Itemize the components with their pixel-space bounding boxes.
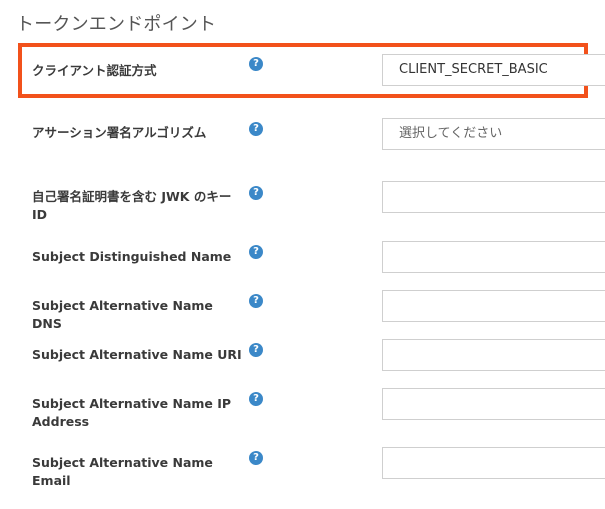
san-dns-input[interactable] bbox=[382, 290, 605, 322]
assertion-signing-algorithm-select[interactable]: 選択してください bbox=[382, 118, 605, 150]
jwk-key-id-input[interactable] bbox=[382, 181, 605, 213]
field-label: アサーション署名アルゴリズム bbox=[32, 125, 207, 140]
help-icon[interactable]: ? bbox=[249, 186, 263, 200]
field-label: Subject Distinguished Name bbox=[32, 249, 232, 264]
field-label: Subject Alternative Name DNS bbox=[32, 298, 213, 331]
field-label: クライアント認証方式 bbox=[32, 63, 157, 78]
subject-dn-input[interactable] bbox=[382, 241, 605, 273]
help-icon[interactable]: ? bbox=[249, 57, 263, 71]
help-icon[interactable]: ? bbox=[249, 451, 263, 465]
san-uri-input[interactable] bbox=[382, 339, 605, 371]
client-auth-method-select[interactable]: CLIENT_SECRET_BASIC bbox=[382, 54, 605, 86]
field-label: Subject Alternative Name Email bbox=[32, 455, 213, 488]
san-ip-address-input[interactable] bbox=[382, 388, 605, 420]
help-icon[interactable]: ? bbox=[249, 122, 263, 136]
field-label: 自己署名証明書を含む JWK のキー ID bbox=[32, 189, 232, 222]
help-icon[interactable]: ? bbox=[249, 245, 263, 259]
help-icon[interactable]: ? bbox=[249, 343, 263, 357]
field-label: Subject Alternative Name IP Address bbox=[32, 396, 232, 429]
help-icon[interactable]: ? bbox=[249, 392, 263, 406]
section-title: トークンエンドポイント bbox=[16, 14, 217, 35]
help-icon[interactable]: ? bbox=[249, 294, 263, 308]
san-email-input[interactable] bbox=[382, 447, 605, 479]
field-label: Subject Alternative Name URI bbox=[32, 347, 242, 362]
